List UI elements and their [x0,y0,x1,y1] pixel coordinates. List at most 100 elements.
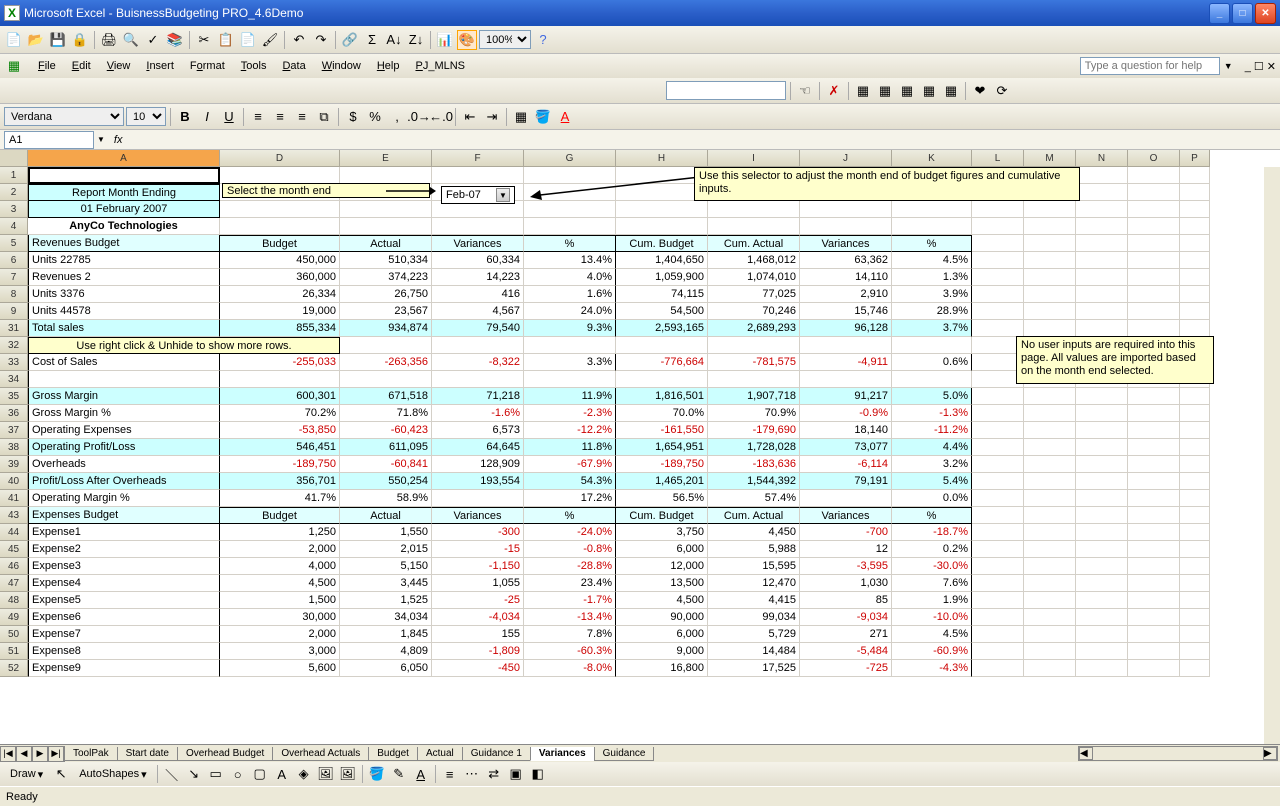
cell[interactable] [1076,235,1128,252]
cell[interactable] [1076,507,1128,524]
cell[interactable] [1128,184,1180,201]
data-cell[interactable]: -189,750 [220,456,340,473]
cell[interactable] [1024,218,1076,235]
data-cell[interactable]: 6,000 [616,626,708,643]
data-cell[interactable]: 5,729 [708,626,800,643]
cell[interactable] [1024,643,1076,660]
data-cell[interactable]: 1.6% [524,286,616,303]
increase-indent-icon[interactable]: ⇥ [482,107,502,127]
col-header-N[interactable]: N [1076,150,1128,167]
data-cell[interactable]: 1,816,501 [616,388,708,405]
col-header-%[interactable]: % [524,235,616,252]
font-color-icon[interactable]: A [555,107,575,127]
cell[interactable] [1024,575,1076,592]
data-cell[interactable]: -4.3% [892,660,972,677]
cell[interactable] [1180,626,1210,643]
empty-cell[interactable] [340,371,432,388]
row-header-47[interactable]: 47 [0,575,28,592]
col-header-P[interactable]: P [1180,150,1210,167]
data-cell[interactable]: 70.2% [220,405,340,422]
cell[interactable] [1128,558,1180,575]
fill-color-icon[interactable]: 🪣 [533,107,553,127]
sheet-tab-actual[interactable]: Actual [417,747,463,761]
data-cell[interactable]: -1.6% [432,405,524,422]
col-header-L[interactable]: L [972,150,1024,167]
spreadsheet-grid[interactable]: ADEFGHIJKLMNOP 12Report Month Ending301 … [0,150,1280,744]
row-header-8[interactable]: 8 [0,286,28,303]
worksheet-icon[interactable]: ▦ [4,56,24,76]
cell[interactable] [432,337,524,354]
data-cell[interactable]: 1,525 [340,592,432,609]
cell[interactable] [1024,405,1076,422]
data-cell[interactable]: 6,573 [432,422,524,439]
cell[interactable] [1180,235,1210,252]
company-name[interactable]: AnyCo Technologies [28,218,220,235]
col-header-G[interactable]: G [524,150,616,167]
cell[interactable] [1180,456,1210,473]
col-header-%[interactable]: % [524,507,616,524]
cell[interactable] [220,218,340,235]
data-cell[interactable]: 5,600 [220,660,340,677]
data-cell[interactable]: -0.8% [524,541,616,558]
cell[interactable] [1128,660,1180,677]
data-cell[interactable]: 1,030 [800,575,892,592]
row-label[interactable]: Profit/Loss After Overheads [28,473,220,490]
cell[interactable] [972,507,1024,524]
data-cell[interactable]: 15,746 [800,303,892,320]
data-cell[interactable]: 1,465,201 [616,473,708,490]
data-cell[interactable]: 70,246 [708,303,800,320]
cell[interactable] [1024,541,1076,558]
toolbar-dropdown[interactable] [666,81,786,100]
menu-data[interactable]: Data [274,57,313,75]
cell[interactable] [1076,269,1128,286]
hyperlink-icon[interactable]: 🔗 [340,30,360,50]
data-cell[interactable]: -255,033 [220,354,340,371]
data-cell[interactable]: 77,025 [708,286,800,303]
row-label[interactable]: Units 3376 [28,286,220,303]
data-cell[interactable]: -13.4% [524,609,616,626]
cell[interactable] [1076,218,1128,235]
data-cell[interactable]: 1,074,010 [708,269,800,286]
data-cell[interactable]: 356,701 [220,473,340,490]
sort-asc-icon[interactable]: A↓ [384,30,404,50]
cell[interactable] [972,609,1024,626]
cell[interactable] [972,201,1024,218]
cell[interactable] [972,575,1024,592]
cell[interactable] [220,201,340,218]
data-cell[interactable]: -300 [432,524,524,541]
data-cell[interactable]: 13.4% [524,252,616,269]
data-cell[interactable]: 3,000 [220,643,340,660]
row-label[interactable]: Revenues 2 [28,269,220,286]
data-cell[interactable]: 56.5% [616,490,708,507]
cell[interactable] [524,337,616,354]
cell[interactable] [1024,473,1076,490]
cell[interactable] [1128,643,1180,660]
row-label[interactable]: Expense5 [28,592,220,609]
sheet-tab-start-date[interactable]: Start date [117,747,178,761]
data-cell[interactable]: 14,110 [800,269,892,286]
row-header-39[interactable]: 39 [0,456,28,473]
col-header-D[interactable]: D [220,150,340,167]
tb-icon-3[interactable]: ▦ [853,81,873,101]
autosum-icon[interactable]: Σ [362,30,382,50]
undo-icon[interactable]: ↶ [289,30,309,50]
cell[interactable] [1024,320,1076,337]
row-label[interactable]: Gross Margin % [28,405,220,422]
data-cell[interactable]: -179,690 [708,422,800,439]
cell[interactable] [1128,167,1180,184]
menu-pjmlns[interactable]: PJ_MLNS [407,57,473,75]
borders-icon[interactable]: ▦ [511,107,531,127]
row-label[interactable]: Expense7 [28,626,220,643]
line-color-icon[interactable]: ✎ [389,764,409,784]
cell[interactable] [1180,405,1210,422]
tb-icon-8[interactable]: ❤ [970,81,990,101]
col-header-Budget[interactable]: Budget [220,507,340,524]
cell[interactable] [1128,626,1180,643]
increase-decimal-icon[interactable]: .0→ [409,107,429,127]
minimize-button[interactable]: _ [1209,3,1230,24]
data-cell[interactable]: 17,525 [708,660,800,677]
data-cell[interactable]: 1,059,900 [616,269,708,286]
cell[interactable] [1128,490,1180,507]
data-cell[interactable]: 19,000 [220,303,340,320]
comma-icon[interactable]: , [387,107,407,127]
